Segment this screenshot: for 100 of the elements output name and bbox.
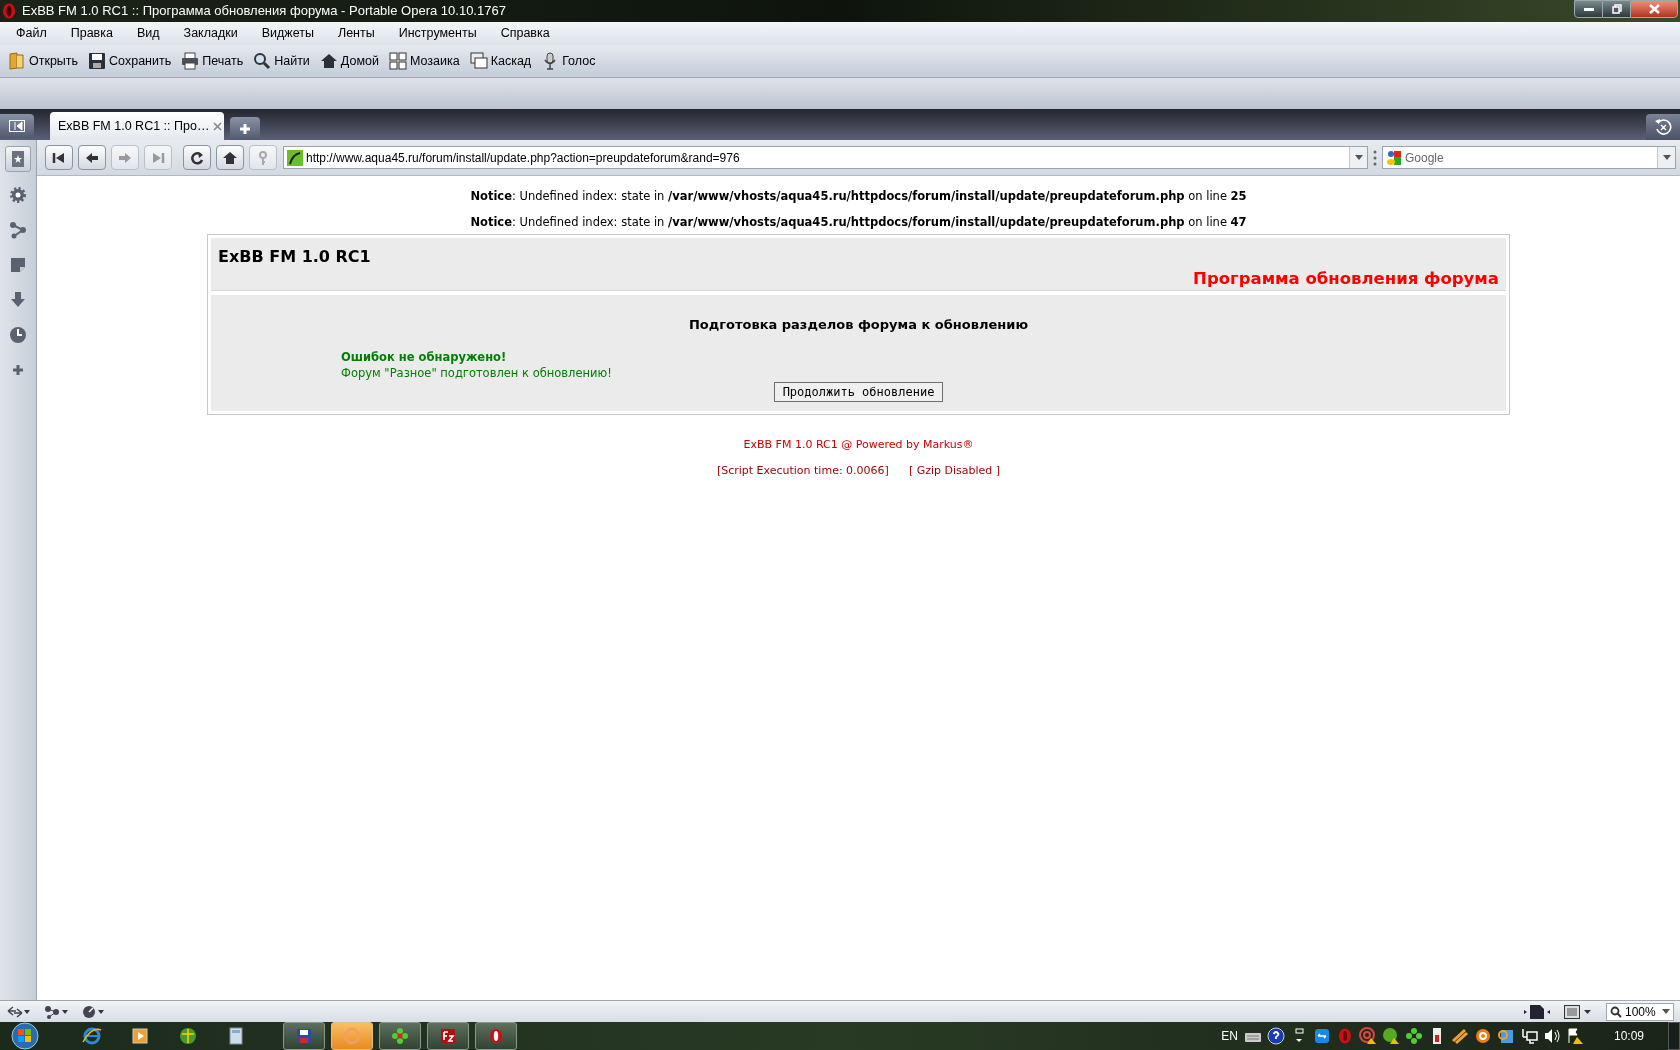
taskbar-button[interactable] xyxy=(283,1022,325,1050)
history-clock-icon xyxy=(8,325,28,345)
close-button[interactable] xyxy=(1630,0,1678,18)
close-icon xyxy=(1648,4,1660,14)
window-title: ExBB FM 1.0 RC1 :: Программа обновления форума - Portable Opera 10.10.1767 xyxy=(22,2,506,21)
menu-item[interactable]: Ленты xyxy=(325,23,387,44)
nav-button[interactable] xyxy=(216,145,244,170)
search-bar[interactable]: Google xyxy=(1382,146,1676,169)
minimize-button[interactable] xyxy=(1574,0,1603,18)
address-dropdown-button[interactable] xyxy=(1349,147,1367,168)
closed-tabs-button[interactable] xyxy=(1646,114,1680,140)
printer-icon xyxy=(181,52,200,70)
menu-item[interactable]: Закладки xyxy=(171,23,250,44)
home-icon xyxy=(319,52,338,70)
reload-icon xyxy=(189,149,205,166)
toolbar-button[interactable]: Открыть xyxy=(6,48,81,74)
toolbar-button[interactable]: Каскад xyxy=(467,48,534,74)
status-message: Ошибок не обнаружено! xyxy=(341,349,508,366)
notice-message: Notice: Undefined index: state in /var/www/vhosts/aqua45.ru/httpdocs/forum/install/update/preupdateforum.php on line 25 xyxy=(470,188,1247,205)
panel-icon xyxy=(9,120,25,132)
taskbar-button[interactable] xyxy=(427,1022,469,1050)
toolbar-button[interactable]: Мозаика xyxy=(386,48,462,74)
tray-button[interactable] xyxy=(1358,1027,1377,1045)
plus-icon xyxy=(239,122,251,135)
clock[interactable]: 10:09 xyxy=(1613,1027,1644,1045)
fz-logo-icon xyxy=(438,1026,458,1046)
calculator-icon xyxy=(226,1026,246,1046)
network-icon xyxy=(1519,1027,1538,1045)
section-heading: Подготовка разделов форума к обновлению xyxy=(687,315,1030,334)
toolbar-button[interactable]: Найти xyxy=(251,48,312,74)
tab-close-button[interactable] xyxy=(213,121,223,131)
toolbar-button[interactable]: Сохранить xyxy=(86,48,174,74)
toolbar-button[interactable]: Печать xyxy=(179,48,246,74)
flower-icon xyxy=(390,1026,410,1046)
windows-logo-icon xyxy=(10,1022,40,1050)
speed-dial-icon[interactable] xyxy=(82,1004,106,1019)
nav-button[interactable] xyxy=(45,145,73,170)
ring-icon xyxy=(1473,1027,1492,1045)
browser-tab[interactable]: ExBB FM 1.0 RC1 :: Про… xyxy=(50,112,224,140)
menu-item[interactable]: Справка xyxy=(488,23,562,44)
nav-button[interactable] xyxy=(183,145,211,170)
menu-item[interactable]: Виджеты xyxy=(249,23,326,44)
toolbar-button[interactable]: Домой xyxy=(317,48,381,74)
target-warning-icon xyxy=(1358,1027,1377,1045)
new-tab-button[interactable] xyxy=(230,117,260,140)
unite-icon[interactable] xyxy=(44,1004,68,1019)
home-icon xyxy=(222,149,238,166)
tray-button[interactable] xyxy=(1473,1027,1492,1045)
globe-icon xyxy=(178,1026,198,1046)
gzip-status: [ Gzip Disabled ] xyxy=(908,463,1001,479)
tile-windows-icon xyxy=(388,52,407,70)
menu-item[interactable]: Файл xyxy=(4,23,59,44)
tray-button[interactable] xyxy=(1266,1027,1285,1045)
opera-logo-icon xyxy=(2,3,16,19)
taskbar-button[interactable] xyxy=(475,1022,517,1050)
address-field[interactable]: http://www.aqua45.ru/forum/install/update.php?action=preupdateforum&rand=976 xyxy=(306,148,1349,167)
speaker-icon xyxy=(1542,1027,1561,1045)
forum-title: ExBB FM 1.0 RC1 xyxy=(218,245,372,268)
drag-handle-icon[interactable] xyxy=(1373,149,1377,166)
page-layout-icon[interactable] xyxy=(1524,1003,1550,1020)
restore-button[interactable] xyxy=(1603,0,1630,18)
menu-item[interactable]: Инструменты xyxy=(386,23,489,44)
tray-button[interactable] xyxy=(1542,1027,1561,1045)
close-icon xyxy=(213,121,223,131)
flower-icon xyxy=(1404,1027,1423,1045)
nav-button[interactable] xyxy=(78,145,106,170)
address-bar[interactable]: http://www.aqua45.ru/forum/install/update.php?action=preupdateforum&rand=976 xyxy=(283,146,1368,169)
folder-icon xyxy=(8,52,26,70)
notice-message: Notice: Undefined index: state in /var/www/vhosts/aqua45.ru/httpdocs/forum/install/update/preupdateforum.php on line 47 xyxy=(470,214,1247,232)
site-icon xyxy=(287,149,303,166)
menu-item[interactable]: Вид xyxy=(124,23,172,44)
zoom-level: 100% xyxy=(1625,1003,1657,1021)
help-icon xyxy=(1266,1027,1285,1045)
toolbar-button[interactable]: Голос xyxy=(539,48,598,74)
media-player-icon xyxy=(130,1026,150,1046)
image-toggle-icon[interactable] xyxy=(1564,1003,1592,1020)
taskbar-button[interactable] xyxy=(379,1022,421,1050)
execution-time: [Script Execution time: 0.0066] xyxy=(716,463,889,479)
undo-close-icon xyxy=(1654,118,1672,136)
search-dropdown-button[interactable] xyxy=(1657,147,1675,168)
tray-button[interactable] xyxy=(1519,1027,1538,1045)
flag-warning-icon xyxy=(1565,1027,1584,1045)
sync-icon[interactable] xyxy=(6,1004,30,1019)
forum-subtitle: Программа обновления форума xyxy=(1193,267,1499,290)
zoom-control[interactable]: 100% xyxy=(1606,1002,1674,1021)
magnifier-icon xyxy=(1610,1005,1622,1018)
panel-button[interactable] xyxy=(5,146,31,172)
tray-button[interactable] xyxy=(1404,1027,1423,1045)
panel-toggle-button[interactable] xyxy=(0,114,34,138)
browser-e-icon xyxy=(82,1026,102,1046)
tray-button[interactable] xyxy=(1565,1027,1584,1045)
search-field[interactable]: Google xyxy=(1405,148,1657,167)
notes-icon xyxy=(8,255,28,275)
restore-icon xyxy=(1611,4,1622,14)
menu-item[interactable]: Правка xyxy=(58,23,125,44)
caret-icon xyxy=(1662,1009,1670,1014)
language-indicator[interactable]: EN xyxy=(1221,1027,1238,1045)
continue-button[interactable]: Продолжить обновление xyxy=(773,381,944,402)
footer-credit: ExBB FM 1.0 RC1 @ Powered by Markus® xyxy=(743,436,974,453)
widgets-gear-icon xyxy=(8,185,28,205)
